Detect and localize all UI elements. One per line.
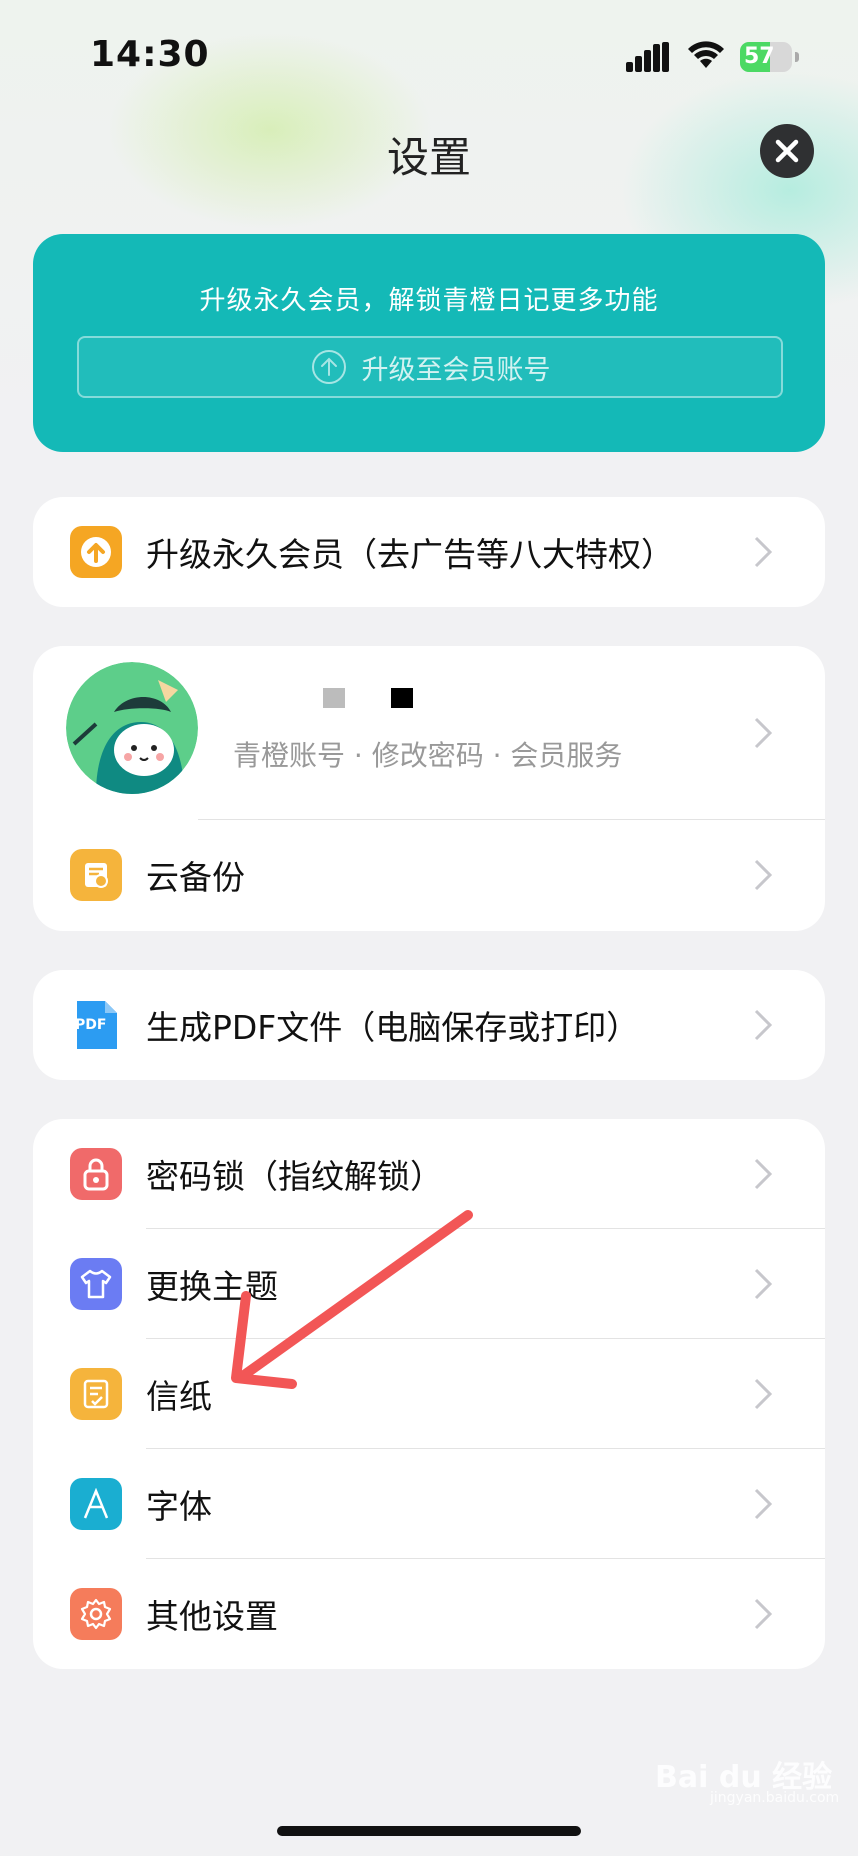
row-stationery-label: 信纸 [146, 1377, 212, 1416]
username-redacted-1 [323, 688, 345, 708]
wifi-icon [688, 41, 724, 68]
cloud-backup-icon [70, 849, 122, 901]
pdf-icon-text: PDF [75, 1017, 107, 1033]
row-password-lock[interactable]: 密码锁（指纹解锁） [33, 1119, 825, 1229]
chevron-right-icon [754, 1268, 773, 1300]
chevron-right-icon [754, 717, 773, 749]
watermark-url: jingyan.baidu.com [710, 1790, 840, 1806]
row-other-settings[interactable]: 其他设置 [33, 1559, 825, 1669]
chevron-right-icon [754, 536, 773, 568]
chevron-right-icon [754, 1009, 773, 1041]
home-indicator[interactable] [277, 1826, 581, 1836]
row-other-settings-label: 其他设置 [146, 1597, 278, 1636]
settings-card: 密码锁（指纹解锁） 更换主题 信纸 字体 其他设置 [33, 1119, 825, 1669]
row-vip-upgrade[interactable]: 升级永久会员（去广告等八大特权） [33, 497, 825, 607]
chevron-right-icon [754, 859, 773, 891]
arrow-up-circle-icon [311, 350, 346, 384]
upgrade-member-button-label: 升级至会员账号 [361, 354, 551, 386]
close-icon [775, 139, 799, 163]
chevron-right-icon [754, 1158, 773, 1190]
promo-banner: 升级永久会员，解锁青橙日记更多功能 升级至会员账号 [33, 234, 825, 452]
account-card: 青橙账号 · 修改密码 · 会员服务 云备份 [33, 646, 825, 931]
row-generate-pdf[interactable]: PDF 生成PDF文件（电脑保存或打印） [33, 970, 825, 1080]
row-cloud-backup[interactable]: 云备份 [33, 820, 825, 930]
chevron-right-icon [754, 1378, 773, 1410]
status-bar: 14:30 57 [0, 0, 858, 110]
row-font[interactable]: 字体 [33, 1449, 825, 1559]
page-title: 设置 [386, 133, 471, 182]
battery-percent: 57 [744, 44, 775, 69]
row-stationery[interactable]: 信纸 [33, 1339, 825, 1449]
row-font-label: 字体 [146, 1487, 212, 1526]
close-button[interactable] [760, 124, 814, 178]
pdf-card: PDF 生成PDF文件（电脑保存或打印） [33, 970, 825, 1080]
upgrade-icon [70, 526, 122, 578]
gear-icon [70, 1588, 122, 1640]
avatar [66, 662, 198, 794]
promo-text: 升级永久会员，解锁青橙日记更多功能 [199, 286, 659, 316]
chevron-right-icon [754, 1488, 773, 1520]
row-account[interactable]: 青橙账号 · 修改密码 · 会员服务 [33, 646, 825, 820]
pdf-file-icon: PDF [70, 999, 122, 1051]
row-vip-upgrade-label: 升级永久会员（去广告等八大特权） [146, 535, 674, 574]
username-redacted-2 [391, 688, 413, 708]
lock-icon [70, 1148, 122, 1200]
battery-indicator: 57 [740, 42, 792, 72]
upgrade-member-button[interactable]: 升级至会员账号 [77, 336, 783, 398]
vip-card: 升级永久会员（去广告等八大特权） [33, 497, 825, 607]
row-change-theme[interactable]: 更换主题 [33, 1229, 825, 1339]
row-change-theme-label: 更换主题 [146, 1267, 278, 1306]
account-subtitle: 青橙账号 · 修改密码 · 会员服务 [233, 739, 623, 772]
font-icon [70, 1478, 122, 1530]
row-generate-pdf-label: 生成PDF文件（电脑保存或打印） [146, 1008, 640, 1047]
status-time: 14:30 [90, 34, 210, 75]
row-cloud-backup-label: 云备份 [146, 858, 245, 897]
tshirt-icon [70, 1258, 122, 1310]
battery-cap [795, 52, 799, 62]
cellular-signal-icon [626, 42, 669, 72]
chevron-right-icon [754, 1598, 773, 1630]
row-password-lock-label: 密码锁（指纹解锁） [146, 1157, 443, 1196]
stationery-icon [70, 1368, 122, 1420]
